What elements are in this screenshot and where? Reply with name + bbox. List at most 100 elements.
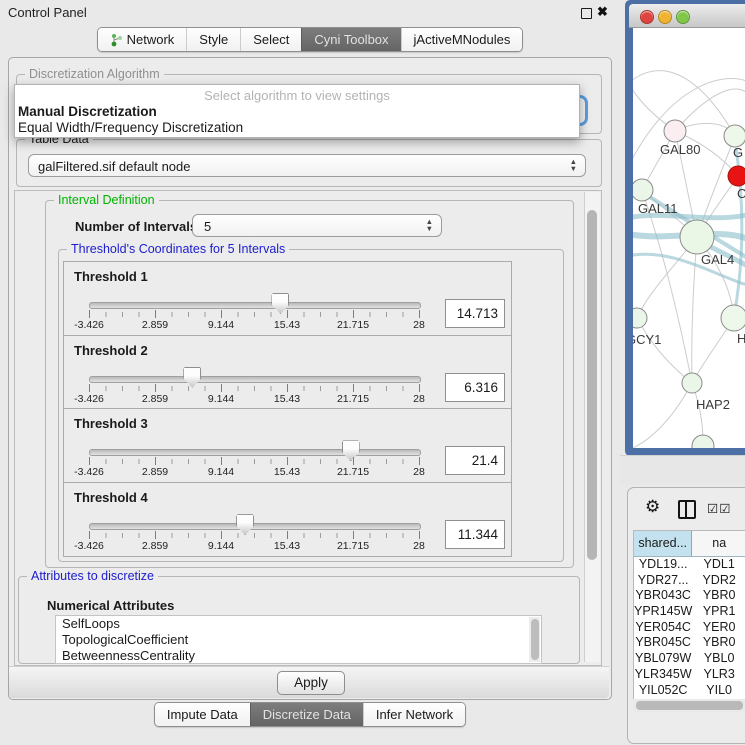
close-icon[interactable]: ✖ bbox=[597, 4, 608, 20]
threshold-1-slider-track[interactable] bbox=[89, 302, 421, 309]
tab-jactivemnodules[interactable]: jActiveMNodules bbox=[401, 28, 523, 51]
algorithm-option-manual-discretization[interactable]: Manual Discretization bbox=[18, 104, 565, 119]
network-node-gal11[interactable] bbox=[633, 179, 653, 201]
threshold-panel-threshold-2: Threshold 2-3.4262.8599.14415.4321.71528… bbox=[63, 335, 512, 410]
tick-label-15-43: 15.43 bbox=[274, 540, 300, 552]
network-node-gal80[interactable] bbox=[664, 120, 686, 142]
table-row[interactable]: YDR27...YDR2 bbox=[634, 573, 745, 589]
network-node-gal4[interactable] bbox=[680, 220, 714, 254]
tick-label-15-43: 15.43 bbox=[274, 319, 300, 331]
network-node-hap2[interactable] bbox=[682, 373, 702, 393]
cell-shared-name: YER054C bbox=[634, 620, 692, 636]
settings-scrollbar[interactable] bbox=[584, 192, 600, 662]
tick-label-3-426: -3.426 bbox=[74, 540, 104, 552]
cell-shared-name: YBL079W bbox=[634, 651, 692, 667]
network-node-g[interactable] bbox=[724, 125, 745, 147]
threshold-3-slider-track[interactable] bbox=[89, 449, 421, 456]
algorithm-option-equal-width-frequency-discretization[interactable]: Equal Width/Frequency Discretization bbox=[18, 120, 565, 135]
threshold-2-slider-track[interactable] bbox=[89, 376, 421, 383]
tick-label-3-426: -3.426 bbox=[74, 393, 104, 405]
zoom-traffic-light[interactable] bbox=[676, 10, 690, 24]
node-label-hap2: HAP2 bbox=[696, 397, 730, 412]
table-row[interactable]: YDL19...YDL1 bbox=[634, 557, 745, 573]
apply-button[interactable]: Apply bbox=[277, 671, 345, 695]
cell-shared-name: YBR043C bbox=[634, 588, 692, 604]
tab-label-cyni-toolbox: Cyni Toolbox bbox=[314, 32, 388, 47]
table-horizontal-scrollbar-thumb[interactable] bbox=[636, 701, 743, 710]
numerical-attributes-list[interactable]: SelfLoopsTopologicalCoefficientBetweenne… bbox=[55, 615, 542, 664]
major-tick bbox=[155, 457, 156, 465]
table-row[interactable]: YLR345WYLR3 bbox=[634, 667, 745, 683]
gear-icon[interactable]: ⚙ bbox=[645, 497, 660, 517]
network-node[interactable] bbox=[692, 435, 714, 448]
attribute-item-topologicalcoefficient[interactable]: TopologicalCoefficient bbox=[56, 632, 541, 648]
tab-style[interactable]: Style bbox=[186, 28, 240, 51]
column-header-name[interactable]: na bbox=[692, 531, 745, 556]
threshold-3-slider-thumb[interactable] bbox=[342, 440, 360, 461]
tab-select[interactable]: Select bbox=[240, 28, 301, 51]
network-node-gcy1[interactable] bbox=[633, 308, 647, 328]
table-row[interactable]: YBR043CYBR0 bbox=[634, 588, 745, 604]
tab-network[interactable]: Network bbox=[98, 28, 187, 51]
threshold-2-slider-thumb[interactable] bbox=[183, 367, 201, 388]
discretization-algorithm-label: Discretization Algorithm bbox=[25, 67, 164, 81]
table-row[interactable]: YPR145WYPR1 bbox=[634, 604, 745, 620]
tab-infer-network[interactable]: Infer Network bbox=[363, 703, 465, 726]
major-tick bbox=[353, 310, 354, 318]
tick-label-21-715: 21.715 bbox=[337, 393, 369, 405]
column-header-shared-name[interactable]: shared... bbox=[634, 531, 692, 556]
node-label-gal4: GAL4 bbox=[701, 252, 734, 267]
network-node-h[interactable] bbox=[721, 305, 745, 331]
threshold-4-value-field[interactable]: 11.344 bbox=[445, 520, 505, 549]
tick-label-2-859: 2.859 bbox=[142, 319, 168, 331]
tick-label-9-144: 9.144 bbox=[208, 393, 234, 405]
major-tick bbox=[287, 457, 288, 465]
table-data-value: galFiltered.sif default node bbox=[38, 159, 190, 174]
major-tick bbox=[419, 531, 420, 539]
threshold-4-slider-track[interactable] bbox=[89, 523, 421, 530]
top-tab-bar: NetworkStyleSelect Cyni Toolbox jActiveMNo… bbox=[0, 27, 620, 52]
network-graph: GAL80GCGAL11GAL4GCY1HHAP2 bbox=[633, 28, 745, 448]
select-columns-checkboxes-icon[interactable]: ☑☑ bbox=[707, 501, 731, 516]
attribute-item-betweennesscentrality[interactable]: BetweennessCentrality bbox=[56, 648, 541, 664]
network-view[interactable]: GAL80GCGAL11GAL4GCY1HHAP2 bbox=[633, 28, 745, 448]
attribute-item-selfloops[interactable]: SelfLoops bbox=[56, 616, 541, 632]
attributes-scrollbar[interactable] bbox=[529, 617, 540, 662]
threshold-3-value-field[interactable]: 21.4 bbox=[445, 446, 505, 475]
tick-label-21-715: 21.715 bbox=[337, 466, 369, 478]
major-tick bbox=[221, 457, 222, 465]
float-window-icon[interactable] bbox=[581, 8, 592, 19]
cell-name: YDR2 bbox=[692, 573, 745, 589]
tab-cyni-toolbox[interactable]: Cyni Toolbox bbox=[301, 28, 400, 51]
threshold-4-slider-thumb[interactable] bbox=[236, 514, 254, 535]
minimize-traffic-light[interactable] bbox=[658, 10, 672, 24]
tab-impute-data[interactable]: Impute Data bbox=[155, 703, 250, 726]
major-tick bbox=[287, 531, 288, 539]
major-tick bbox=[353, 531, 354, 539]
major-tick bbox=[89, 384, 90, 392]
node-attribute-table[interactable]: shared... na YDL19...YDL1YDR27...YDR2YBR… bbox=[633, 530, 745, 700]
major-tick bbox=[221, 384, 222, 392]
table-row[interactable]: YIL052CYIL0 bbox=[634, 683, 745, 699]
major-tick bbox=[419, 310, 420, 318]
table-data-combobox[interactable]: galFiltered.sif default node ▲▼ bbox=[28, 154, 586, 177]
tab-discretize-data[interactable]: Discretize Data bbox=[250, 703, 363, 726]
table-row[interactable]: YBL079WYBL0 bbox=[634, 651, 745, 667]
algorithm-popup-hint: Select algorithm to view settings bbox=[15, 88, 579, 103]
spinner-stepper-icon[interactable]: ▲▼ bbox=[426, 218, 433, 232]
table-row[interactable]: YER054CYER0 bbox=[634, 620, 745, 636]
bottom-tab-bar: Impute DataDiscretize DataInfer Network bbox=[0, 702, 620, 727]
attributes-scrollbar-thumb[interactable] bbox=[531, 619, 539, 660]
close-traffic-light[interactable] bbox=[640, 10, 654, 24]
combo-stepper-icon[interactable]: ▲▼ bbox=[570, 158, 577, 172]
threshold-panel-threshold-4: Threshold 4-3.4262.8599.14415.4321.71528… bbox=[63, 482, 512, 557]
settings-scrollbar-thumb[interactable] bbox=[587, 210, 597, 560]
network-node-c[interactable] bbox=[728, 166, 745, 186]
table-row[interactable]: YBR045CYBR0 bbox=[634, 635, 745, 651]
number-of-intervals-label: Number of Intervals bbox=[75, 219, 197, 234]
threshold-1-value-field[interactable]: 14.713 bbox=[445, 299, 505, 328]
split-columns-icon[interactable] bbox=[678, 500, 696, 519]
number-of-intervals-spinner[interactable]: 5 ▲▼ bbox=[192, 214, 442, 237]
tick-label-21-715: 21.715 bbox=[337, 319, 369, 331]
threshold-2-value-field[interactable]: 6.316 bbox=[445, 373, 505, 402]
